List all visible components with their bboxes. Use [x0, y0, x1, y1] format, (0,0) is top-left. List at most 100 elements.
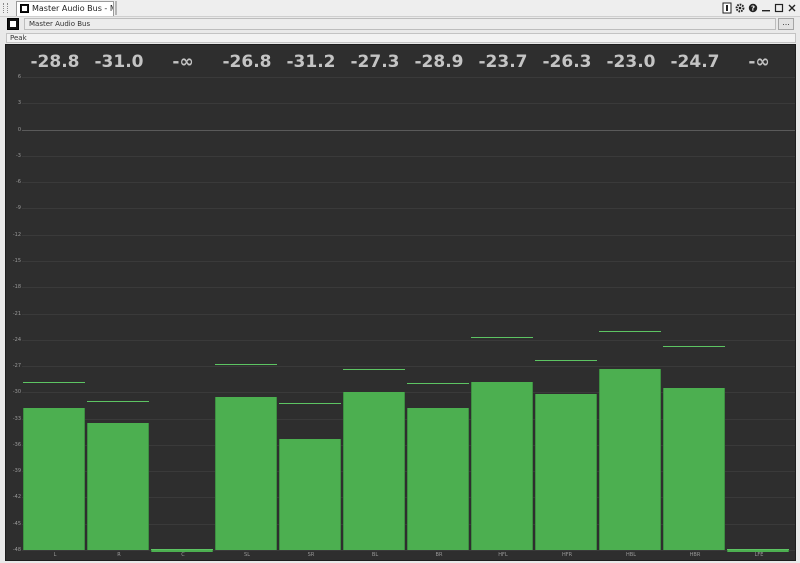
grid-line — [22, 129, 795, 131]
grid-line — [22, 182, 795, 184]
peak-value-sl: -26.8 — [222, 52, 272, 72]
peak-value-hfl: -23.7 — [478, 52, 528, 72]
peak-value-hbl: -23.0 — [606, 52, 656, 72]
y-tick-label: -33 — [12, 415, 21, 422]
peak-value-c: -∞ — [172, 52, 194, 72]
peak-hold-c — [151, 549, 213, 550]
channel-label-bl: BL — [371, 552, 379, 558]
drag-grip-icon[interactable] — [3, 3, 8, 13]
y-tick-label: -24 — [12, 336, 21, 343]
peak-hold-hbr — [663, 345, 725, 347]
level-bar-hbr — [663, 387, 725, 550]
y-tick-label: -15 — [12, 257, 21, 264]
bus-name-field[interactable]: Master Audio Bus — [24, 18, 776, 30]
peak-value-br: -28.9 — [414, 52, 464, 72]
grid-line — [22, 313, 795, 315]
y-tick-label: -42 — [12, 494, 21, 501]
y-tick-label: -21 — [12, 310, 21, 317]
grid-line — [22, 366, 795, 368]
channel-label-hfl: HFL — [498, 552, 508, 558]
y-tick-label: -39 — [12, 468, 21, 475]
meter-window-icon — [20, 4, 29, 13]
grid-line — [22, 260, 795, 262]
bus-name-label: Master Audio Bus — [29, 20, 91, 28]
level-bar-bl — [343, 392, 405, 550]
peak-readouts: -28.8 -31.0 -∞ -26.8 -31.2 -27.3 -28.9 -23.7 -26… — [6, 51, 795, 73]
peak-hold-br — [407, 382, 469, 384]
peak-hold-hfl — [471, 337, 533, 339]
grid-line — [22, 287, 795, 289]
peak-hold-sr — [279, 402, 341, 404]
y-tick-label: -27 — [12, 363, 21, 370]
channel-label-hfr: HFR — [561, 552, 573, 558]
channel-label-r: R — [117, 552, 121, 558]
y-tick-label: 6 — [17, 74, 21, 80]
tab-splitter — [115, 1, 117, 15]
svg-text:?: ? — [751, 5, 755, 13]
y-tick-label: -45 — [12, 520, 21, 527]
peak-value-hbr: -24.7 — [670, 52, 720, 72]
gear-icon[interactable] — [735, 2, 745, 14]
level-bar-l — [23, 408, 85, 550]
meter-mode-label: Peak — [10, 34, 27, 42]
y-tick-label: -9 — [16, 205, 21, 212]
info-icon[interactable] — [722, 2, 732, 14]
y-tick-label: -36 — [12, 441, 21, 448]
window-buttons: ? — [722, 2, 797, 14]
level-bar-hfl — [471, 381, 533, 550]
peak-hold-r — [87, 401, 149, 403]
more-options-button[interactable]: ... — [778, 18, 794, 30]
channel-label-l: L — [53, 552, 57, 558]
y-tick-label: -48 — [12, 547, 21, 553]
peak-hold-hbl — [599, 331, 661, 333]
window-tab[interactable]: Master Audio Bus - Meter — [16, 1, 114, 16]
level-bar-br — [407, 408, 469, 550]
y-tick-label: 0 — [17, 126, 21, 133]
y-tick-label: -3 — [16, 152, 21, 159]
bus-toolbar: Master Audio Bus ... — [5, 17, 795, 32]
y-tick-label: -12 — [12, 231, 21, 238]
y-tick-label: 3 — [17, 100, 21, 107]
y-tick-label: -30 — [12, 389, 21, 396]
peak-value-l: -28.8 — [30, 52, 80, 72]
channel-label-c: C — [181, 552, 185, 558]
meter-mode-select[interactable]: Peak — [6, 33, 796, 43]
grid-line — [22, 208, 795, 210]
grid-line — [22, 550, 795, 551]
db-scale: 6 3 0 -3 -6 -9 -12 -15 -18 -21 -24 -27 -30 -33 -36 -39 -… — [6, 45, 22, 560]
channel-label-sr: SR — [307, 552, 315, 558]
peak-hold-l — [23, 381, 85, 383]
peak-hold-bl — [343, 368, 405, 370]
channel-label-hbl: HBL — [626, 552, 636, 558]
meter-window-icon[interactable] — [7, 18, 19, 30]
help-icon[interactable]: ? — [748, 2, 758, 14]
y-tick-label: -6 — [16, 179, 21, 186]
level-bar-hfr — [535, 394, 597, 550]
minimize-icon[interactable] — [761, 2, 771, 14]
y-tick-label: -18 — [12, 284, 21, 291]
peak-value-hfr: -26.3 — [542, 52, 592, 72]
peak-hold-lfe — [727, 549, 789, 550]
grid-line — [22, 234, 795, 236]
maximize-icon[interactable] — [774, 2, 784, 14]
grid-line — [22, 155, 795, 157]
level-bar-hbl — [599, 368, 661, 550]
channel-label-hbr: HBR — [689, 552, 701, 558]
grid-line — [22, 77, 795, 78]
peak-value-lfe: -∞ — [748, 52, 770, 72]
peak-value-bl: -27.3 — [350, 52, 400, 72]
level-meter: 6 3 0 -3 -6 -9 -12 -15 -18 -21 -24 -27 -30 -33 -36 -39 -… — [5, 44, 796, 561]
close-icon[interactable] — [787, 2, 797, 14]
channel-label-br: BR — [435, 552, 443, 558]
title-bar: Master Audio Bus - Meter ? — [0, 0, 800, 17]
window-title: Master Audio Bus - Meter — [32, 4, 113, 13]
peak-hold-sl — [215, 364, 277, 366]
level-bar-sr — [279, 438, 341, 550]
peak-value-r: -31.0 — [94, 52, 144, 72]
channel-label-sl: SL — [244, 552, 250, 558]
grid-line — [22, 339, 795, 341]
level-bar-r — [87, 422, 149, 550]
level-bar-sl — [215, 396, 277, 550]
grid-line — [22, 103, 795, 105]
peak-hold-hfr — [535, 359, 597, 361]
